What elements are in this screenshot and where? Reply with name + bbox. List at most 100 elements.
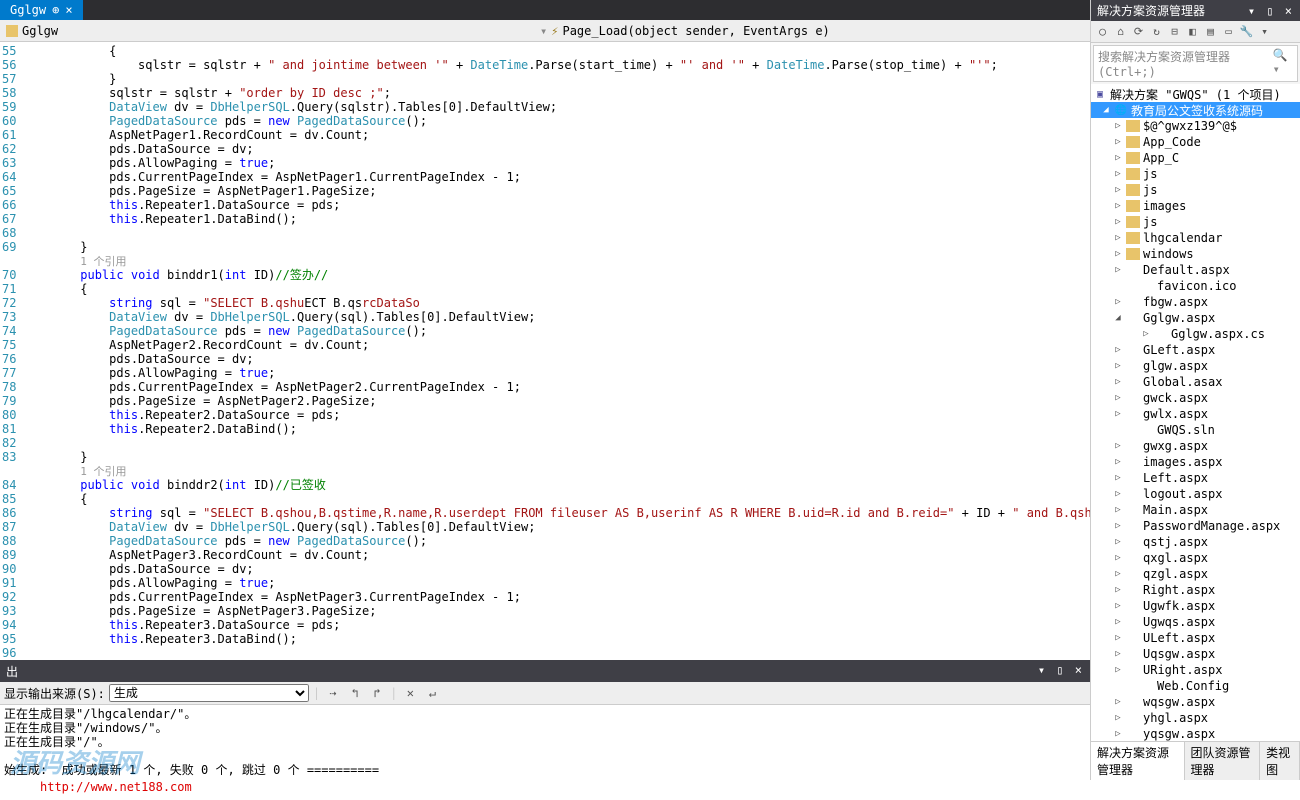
solution-tree[interactable]: ▣ 解决方案 "GWQS" (1 个项目) ◢ 🌐 教育局公文签收系统源码 ▷$… <box>1091 84 1300 741</box>
more-icon[interactable]: ▾ <box>1257 24 1272 39</box>
expand-icon[interactable]: ▷ <box>1113 489 1123 499</box>
tree-item[interactable]: ▷$@^gwxz139^@$ <box>1091 118 1300 134</box>
tree-item[interactable]: ▷Main.aspx <box>1091 502 1300 518</box>
expand-icon[interactable]: ▷ <box>1113 265 1123 275</box>
tab-team-explorer[interactable]: 团队资源管理器 <box>1185 742 1261 780</box>
expand-icon[interactable]: ▷ <box>1113 713 1123 723</box>
project-node[interactable]: ◢ 🌐 教育局公文签收系统源码 <box>1091 102 1300 118</box>
output-source-dropdown[interactable]: 生成 <box>109 684 309 702</box>
tree-item[interactable]: ▷App_C <box>1091 150 1300 166</box>
expand-icon[interactable]: ▷ <box>1113 649 1123 659</box>
expand-icon[interactable]: ▷ <box>1113 249 1123 259</box>
expand-icon[interactable]: ▷ <box>1113 633 1123 643</box>
panel-title-bar[interactable]: 解决方案资源管理器 ▾ ▯ × <box>1091 0 1300 21</box>
expand-icon[interactable]: ▷ <box>1113 137 1123 147</box>
output-text[interactable]: 正在生成目录"/lhgcalendar/"。 正在生成目录"/windows/"… <box>0 705 1090 779</box>
home-icon[interactable]: ⌂ <box>1113 24 1128 39</box>
expand-icon[interactable]: ▷ <box>1113 601 1123 611</box>
properties-icon[interactable]: ▤ <box>1203 24 1218 39</box>
expand-icon[interactable]: ▷ <box>1113 217 1123 227</box>
expand-icon[interactable]: ▷ <box>1113 185 1123 195</box>
tree-item[interactable]: favicon.ico <box>1091 278 1300 294</box>
tree-item[interactable]: ▷yhgl.aspx <box>1091 710 1300 726</box>
tree-item[interactable]: GWQS.sln <box>1091 422 1300 438</box>
tree-item[interactable]: ◢Gglgw.aspx <box>1091 310 1300 326</box>
tree-item[interactable]: ▷PasswordManage.aspx <box>1091 518 1300 534</box>
prev-icon[interactable]: ↰ <box>346 684 364 702</box>
tree-item[interactable]: ▷logout.aspx <box>1091 486 1300 502</box>
tree-item[interactable]: ▷gwck.aspx <box>1091 390 1300 406</box>
tree-item[interactable]: ▷Uqsgw.aspx <box>1091 646 1300 662</box>
expand-icon[interactable]: ▷ <box>1113 569 1123 579</box>
window-controls[interactable]: ▾ ▯ × <box>1038 663 1084 680</box>
collapse-icon[interactable]: ⊟ <box>1167 24 1182 39</box>
expand-icon[interactable]: ▷ <box>1113 585 1123 595</box>
tree-item[interactable]: ▷GLeft.aspx <box>1091 342 1300 358</box>
expand-icon[interactable]: ▷ <box>1113 457 1123 467</box>
tree-item[interactable]: ▷js <box>1091 214 1300 230</box>
tree-item[interactable]: ▷Gglgw.aspx.cs <box>1091 326 1300 342</box>
expand-icon[interactable]: ▷ <box>1113 297 1123 307</box>
tree-item[interactable]: ▷Right.aspx <box>1091 582 1300 598</box>
tree-item[interactable]: Web.Config <box>1091 678 1300 694</box>
expand-icon[interactable]: ▷ <box>1113 617 1123 627</box>
solution-root[interactable]: ▣ 解决方案 "GWQS" (1 个项目) <box>1091 86 1300 102</box>
expand-icon[interactable]: ▷ <box>1113 377 1123 387</box>
expand-icon[interactable]: ▷ <box>1113 729 1123 739</box>
window-controls[interactable]: ▾ ▯ × <box>1248 4 1294 18</box>
tree-item[interactable]: ▷Global.asax <box>1091 374 1300 390</box>
expand-icon[interactable]: ▷ <box>1113 153 1123 163</box>
next-icon[interactable]: ↱ <box>368 684 386 702</box>
pin-icon[interactable]: ⊕ <box>52 3 59 17</box>
tree-item[interactable]: ▷Ugwqs.aspx <box>1091 614 1300 630</box>
wrap-icon[interactable]: ↵ <box>423 684 441 702</box>
tree-item[interactable]: ▷Ugwfk.aspx <box>1091 598 1300 614</box>
tree-item[interactable]: ▷Left.aspx <box>1091 470 1300 486</box>
expand-icon[interactable]: ▷ <box>1113 345 1123 355</box>
expand-icon[interactable]: ▷ <box>1113 121 1123 131</box>
tree-item[interactable]: ▷wqsgw.aspx <box>1091 694 1300 710</box>
expand-icon[interactable]: ▷ <box>1113 697 1123 707</box>
refresh-icon[interactable]: ↻ <box>1149 24 1164 39</box>
expand-icon[interactable]: ▷ <box>1113 521 1123 531</box>
wrench-icon[interactable]: 🔧 <box>1239 24 1254 39</box>
tree-item[interactable]: ▷lhgcalendar <box>1091 230 1300 246</box>
expand-icon[interactable]: ▷ <box>1113 537 1123 547</box>
expand-icon[interactable]: ▷ <box>1113 505 1123 515</box>
expand-icon[interactable]: ▷ <box>1113 201 1123 211</box>
solution-search[interactable]: 搜索解决方案资源管理器(Ctrl+;) 🔍▾ <box>1093 45 1298 82</box>
output-title-bar[interactable]: 出 ▾ ▯ × <box>0 661 1090 682</box>
expand-icon[interactable]: ◢ <box>1101 105 1111 115</box>
tree-item[interactable]: ▷qzgl.aspx <box>1091 566 1300 582</box>
close-icon[interactable]: × <box>65 3 72 17</box>
expand-icon[interactable]: ▷ <box>1113 473 1123 483</box>
expand-icon[interactable]: ▷ <box>1113 553 1123 563</box>
tree-item[interactable]: ▷images.aspx <box>1091 454 1300 470</box>
tree-item[interactable]: ▷URight.aspx <box>1091 662 1300 678</box>
expand-icon[interactable]: ◢ <box>1113 313 1123 323</box>
expand-icon[interactable]: ▷ <box>1141 329 1151 339</box>
tree-item[interactable]: ▷js <box>1091 182 1300 198</box>
tree-item[interactable]: ▷qxgl.aspx <box>1091 550 1300 566</box>
expand-icon[interactable]: ▷ <box>1113 169 1123 179</box>
tree-item[interactable]: ▷js <box>1091 166 1300 182</box>
expand-icon[interactable]: ▷ <box>1113 393 1123 403</box>
tree-item[interactable]: ▷yqsgw.aspx <box>1091 726 1300 741</box>
preview-icon[interactable]: ▭ <box>1221 24 1236 39</box>
tree-item[interactable]: ▷windows <box>1091 246 1300 262</box>
tree-item[interactable]: ▷qstj.aspx <box>1091 534 1300 550</box>
tab-class-view[interactable]: 类视图 <box>1260 742 1300 780</box>
tree-item[interactable]: ▷glgw.aspx <box>1091 358 1300 374</box>
expand-icon[interactable]: ▷ <box>1113 361 1123 371</box>
expand-icon[interactable]: ▷ <box>1113 233 1123 243</box>
tree-item[interactable]: ▷gwxg.aspx <box>1091 438 1300 454</box>
sync-icon[interactable]: ⟳ <box>1131 24 1146 39</box>
back-icon[interactable]: ◯ <box>1095 24 1110 39</box>
tab-gglgw[interactable]: Gglgw ⊕ × <box>0 0 83 20</box>
expand-icon[interactable]: ▷ <box>1113 409 1123 419</box>
expand-icon[interactable]: ▷ <box>1113 665 1123 675</box>
show-all-icon[interactable]: ◧ <box>1185 24 1200 39</box>
expand-icon[interactable]: ▷ <box>1113 441 1123 451</box>
search-icon[interactable]: 🔍▾ <box>1273 48 1293 79</box>
tab-solution-explorer[interactable]: 解决方案资源管理器 <box>1091 742 1185 780</box>
